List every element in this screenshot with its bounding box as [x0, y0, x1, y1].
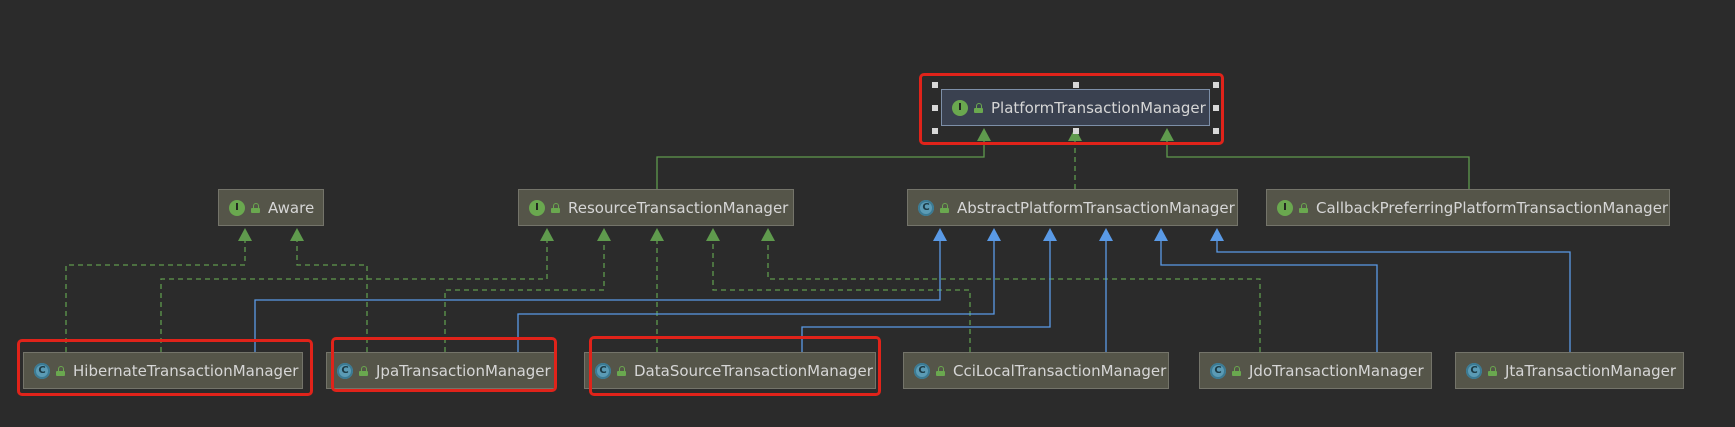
- edge-jdo-to-abstract: [1160, 240, 1378, 352]
- node-jdo-transaction-manager[interactable]: C JdoTransactionManager: [1199, 352, 1432, 389]
- arrowhead-hibernate-to-resource: [540, 228, 554, 241]
- selection-handle[interactable]: [1073, 82, 1079, 88]
- edge-hibernate-to-abstract: [254, 240, 941, 352]
- node-jpa-transaction-manager[interactable]: C JpaTransactionManager: [326, 352, 555, 389]
- edge-hibernate-to-aware: [65, 240, 246, 352]
- lock-icon: [551, 202, 560, 213]
- edge-cci-to-resource: [712, 240, 971, 352]
- arrowhead-callback-to-platform: [1160, 128, 1174, 141]
- node-label: JdoTransactionManager: [1249, 361, 1424, 380]
- edge-callback-to-platform: [1166, 140, 1470, 189]
- class-icon: C: [1210, 362, 1226, 379]
- interface-icon: I: [952, 99, 968, 116]
- selection-handle[interactable]: [932, 82, 938, 88]
- arrowhead-datasource-to-resource: [650, 228, 664, 241]
- edge-jpa-to-abstract: [517, 240, 995, 352]
- interface-icon: I: [1277, 199, 1293, 216]
- lock-icon: [974, 102, 983, 113]
- arrowhead-cci-to-abstract: [1099, 228, 1113, 241]
- arrowhead-jpa-to-abstract: [987, 228, 1001, 241]
- edge-jta-to-abstract: [1216, 240, 1571, 352]
- node-label: JpaTransactionManager: [376, 361, 551, 380]
- class-icon: C: [918, 199, 934, 216]
- arrowhead-jdo-to-resource: [761, 228, 775, 241]
- arrowhead-jta-to-abstract: [1210, 228, 1224, 241]
- node-abstract-platform-transaction-manager[interactable]: C AbstractPlatformTransactionManager: [907, 189, 1238, 226]
- edge-hibernate-to-resource: [160, 240, 548, 352]
- class-icon: C: [337, 362, 353, 379]
- node-label: PlatformTransactionManager: [991, 98, 1206, 117]
- lock-icon: [56, 365, 65, 376]
- edge-datasource-to-abstract: [801, 240, 1051, 352]
- node-datasource-transaction-manager[interactable]: C DataSourceTransactionManager: [584, 352, 876, 389]
- class-icon: C: [34, 362, 50, 379]
- class-icon: C: [914, 362, 930, 379]
- node-label: JtaTransactionManager: [1505, 361, 1677, 380]
- lock-icon: [1299, 202, 1308, 213]
- node-cci-local-transaction-manager[interactable]: C CciLocalTransactionManager: [903, 352, 1169, 389]
- class-icon: C: [595, 362, 611, 379]
- arrowhead-cci-to-resource: [706, 228, 720, 241]
- selection-handle[interactable]: [1213, 128, 1219, 134]
- arrowhead-resource-to-platform: [977, 128, 991, 141]
- arrowhead-hibernate-to-abstract: [933, 228, 947, 241]
- lock-icon: [940, 202, 949, 213]
- arrowhead-hibernate-to-aware: [238, 228, 252, 241]
- node-label: CallbackPreferringPlatformTransactionMan…: [1316, 198, 1669, 217]
- node-label: AbstractPlatformTransactionManager: [957, 198, 1235, 217]
- lock-icon: [1488, 365, 1497, 376]
- node-label: DataSourceTransactionManager: [634, 361, 873, 380]
- arrowhead-jpa-to-resource: [597, 228, 611, 241]
- edge-resource-to-platform: [656, 140, 985, 189]
- node-jta-transaction-manager[interactable]: C JtaTransactionManager: [1455, 352, 1684, 389]
- arrowhead-jdo-to-abstract: [1154, 228, 1168, 241]
- selection-handle[interactable]: [1213, 105, 1219, 111]
- lock-icon: [617, 365, 626, 376]
- class-icon: C: [1466, 362, 1482, 379]
- lock-icon: [251, 202, 260, 213]
- node-resource-transaction-manager[interactable]: I ResourceTransactionManager: [518, 189, 794, 226]
- node-label: Aware: [268, 198, 315, 217]
- edge-jdo-to-resource: [767, 240, 1261, 352]
- selection-handle[interactable]: [1213, 82, 1219, 88]
- node-platform-transaction-manager[interactable]: I PlatformTransactionManager: [941, 89, 1210, 126]
- arrowhead-jpa-to-aware: [290, 228, 304, 241]
- arrowhead-datasource-to-abstract: [1043, 228, 1057, 241]
- selection-handle[interactable]: [932, 105, 938, 111]
- selection-handle[interactable]: [1073, 128, 1079, 134]
- edge-jpa-to-aware: [296, 240, 368, 352]
- node-label: HibernateTransactionManager: [73, 361, 299, 380]
- node-hibernate-transaction-manager[interactable]: C HibernateTransactionManager: [23, 352, 303, 389]
- edge-jpa-to-resource: [444, 240, 605, 352]
- lock-icon: [936, 365, 945, 376]
- node-aware[interactable]: I Aware: [218, 189, 324, 226]
- selection-handle[interactable]: [932, 128, 938, 134]
- node-label: ResourceTransactionManager: [568, 198, 789, 217]
- node-callback-preferring-platform-transaction-manager[interactable]: I CallbackPreferringPlatformTransactionM…: [1266, 189, 1670, 226]
- lock-icon: [1232, 365, 1241, 376]
- interface-icon: I: [229, 199, 245, 216]
- interface-icon: I: [529, 199, 545, 216]
- node-label: CciLocalTransactionManager: [953, 361, 1167, 380]
- lock-icon: [359, 365, 368, 376]
